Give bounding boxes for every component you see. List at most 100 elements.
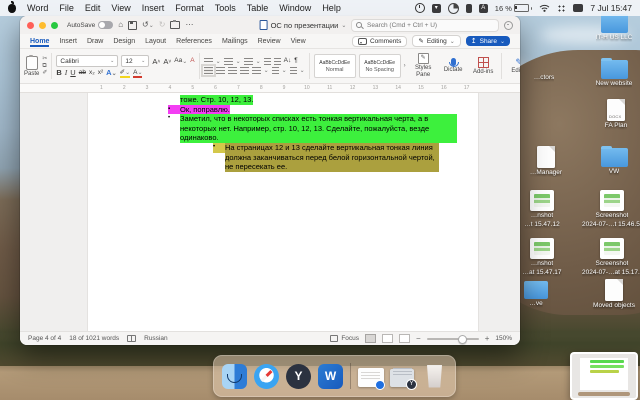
subscript-button[interactable]: x₂ <box>89 70 95 77</box>
menu-item[interactable]: Insert <box>142 3 165 13</box>
ribbon-tab[interactable]: Insert <box>59 36 77 47</box>
ribbon-tab[interactable]: View <box>291 36 306 47</box>
add-ins-button[interactable]: Add-ins <box>470 57 497 76</box>
highlight-color-button[interactable]: ✐⌄ <box>120 70 130 77</box>
decrease-indent-icon[interactable] <box>264 58 271 65</box>
app-status-icon-1[interactable]: ▾ <box>432 4 441 13</box>
italic-button[interactable]: I <box>65 69 68 77</box>
menu-item[interactable]: Table <box>247 3 269 13</box>
search-input[interactable] <box>365 21 479 30</box>
superscript-button[interactable]: x² <box>98 70 103 77</box>
increase-indent-icon[interactable] <box>274 58 281 65</box>
menu-item[interactable]: Format <box>175 3 204 13</box>
menu-item[interactable]: Word <box>27 3 48 13</box>
input-source-icon[interactable]: A <box>479 4 488 13</box>
autosave-toggle[interactable] <box>98 21 113 29</box>
minimized-document-dock-item[interactable] <box>358 364 383 389</box>
underline-button[interactable]: U <box>70 69 75 77</box>
finder-dock-icon[interactable] <box>222 364 247 389</box>
align-center-icon[interactable] <box>216 67 225 74</box>
paste-button[interactable]: Paste <box>24 56 39 77</box>
safari-dock-icon[interactable] <box>254 364 279 389</box>
desktop-icon[interactable]: …Manager <box>518 146 574 178</box>
menu-item[interactable]: File <box>59 3 74 13</box>
proofing-icon[interactable] <box>127 335 136 342</box>
close-button[interactable] <box>27 22 34 29</box>
menu-item[interactable]: Edit <box>85 3 101 13</box>
ruler[interactable]: 1234567891011121314151617 <box>20 84 520 93</box>
editor-button[interactable]: ✎ Editor <box>506 58 520 75</box>
change-case-button[interactable]: Aa⌄ <box>174 58 187 65</box>
ribbon-tab[interactable]: Draw <box>87 36 103 47</box>
sort-icon[interactable]: A↓ <box>284 58 292 65</box>
styles-pane-button[interactable]: ✎ Styles Pane <box>410 53 437 78</box>
multilevel-list-icon[interactable] <box>244 58 253 65</box>
strikethrough-button[interactable]: ab <box>79 70 86 77</box>
document-page[interactable]: тоже. Стр. 10, 12, 13. ▪ Ок, поправлю. •… <box>88 93 478 331</box>
minimized-yandex-window-dock-item[interactable]: Y <box>390 364 415 389</box>
pilcrow-icon[interactable]: ¶ <box>294 58 298 65</box>
yandex-browser-dock-icon[interactable]: Y <box>286 364 311 389</box>
redo-icon[interactable]: ↻ <box>159 21 166 29</box>
focus-button[interactable]: Focus <box>330 335 359 342</box>
cut-icon[interactable]: ✂ <box>42 56 47 62</box>
align-left-icon[interactable] <box>204 67 213 74</box>
minimize-button[interactable] <box>39 22 46 29</box>
menu-item[interactable]: Window <box>279 3 311 13</box>
line-spacing-icon[interactable] <box>252 67 261 74</box>
styles-gallery-more-icon[interactable]: › <box>404 63 406 69</box>
language-indicator[interactable]: Russian <box>144 335 167 342</box>
zoom-out-button[interactable]: − <box>416 335 421 343</box>
home-icon[interactable]: ⌂ <box>118 21 123 29</box>
format-painter-icon[interactable]: ✐ <box>42 70 47 76</box>
style-card[interactable]: AaBbCcDdEe Normal <box>314 54 356 78</box>
zoom-level[interactable]: 150% <box>495 335 512 342</box>
desktop-icon[interactable]: …nshot …at 15.47.17 <box>514 238 570 277</box>
more-commands-icon[interactable]: ⋯ <box>185 21 193 29</box>
ribbon-tab[interactable]: References <box>176 36 212 47</box>
menu-item[interactable]: Tools <box>215 3 236 13</box>
dictate-button[interactable]: Dictate <box>440 58 467 74</box>
ribbon-tab[interactable]: Review <box>258 36 281 47</box>
apple-menu-icon[interactable] <box>8 4 16 13</box>
ribbon-tab[interactable]: Mailings <box>222 36 248 47</box>
share-button[interactable]: ↥ Share ⌄ <box>466 36 510 46</box>
desktop-icon[interactable]: VW <box>586 148 640 177</box>
editing-mode-button[interactable]: ✎ Editing ⌄ <box>412 35 460 47</box>
web-layout-view-button[interactable] <box>382 334 393 343</box>
menu-item[interactable]: View <box>111 3 130 13</box>
undo-icon[interactable]: ↺⌄ <box>142 21 154 29</box>
menu-bar-clock[interactable]: 7 Jul 15:47 <box>590 3 632 13</box>
clock-icon[interactable] <box>415 3 425 13</box>
desktop-icon[interactable]: New website <box>586 60 640 89</box>
desktop-icon[interactable]: DOCX FA Plan <box>588 99 640 131</box>
keyboard-icon[interactable] <box>573 4 583 12</box>
desktop-icon[interactable]: Moved objects <box>586 279 640 311</box>
save-icon[interactable] <box>128 21 137 30</box>
outline-view-button[interactable] <box>399 334 410 343</box>
ribbon-tab[interactable]: Design <box>113 36 135 47</box>
ribbon-tab[interactable]: Layout <box>145 36 166 47</box>
align-right-icon[interactable] <box>228 67 237 74</box>
screenshot-preview-thumbnail[interactable] <box>570 352 638 400</box>
search-box[interactable] <box>351 19 499 32</box>
desktop-icon[interactable]: Screenshot 2024-07-…t 15.46.56 <box>584 190 640 229</box>
app-status-icon-3[interactable] <box>466 4 472 13</box>
autosave-control[interactable]: AutoSave <box>67 21 113 29</box>
borders-icon[interactable] <box>290 67 297 74</box>
window-titlebar[interactable]: AutoSave ⌂ ↺⌄ ↻ ⋯ ОС по презентации ⌄ <box>20 16 520 34</box>
page-count[interactable]: Page 4 of 4 <box>28 335 61 342</box>
bold-button[interactable]: B <box>56 69 61 77</box>
document-title[interactable]: ОС по презентации ⌄ <box>260 20 347 30</box>
clear-formatting-button[interactable]: A <box>190 58 194 65</box>
menu-item[interactable]: Help <box>322 3 341 13</box>
copy-icon[interactable]: ⧉ <box>42 63 47 69</box>
desktop-icon[interactable]: …ctors <box>516 74 572 83</box>
control-center-icon[interactable] <box>557 4 566 13</box>
trash-dock-icon[interactable] <box>422 364 447 389</box>
print-icon[interactable] <box>170 21 180 29</box>
style-card[interactable]: AaBbCcDdEe No Spacing <box>359 54 401 78</box>
ribbon-tab[interactable]: Home <box>30 36 49 47</box>
print-layout-view-button[interactable] <box>365 334 376 343</box>
word-count[interactable]: 18 of 1021 words <box>69 335 119 342</box>
